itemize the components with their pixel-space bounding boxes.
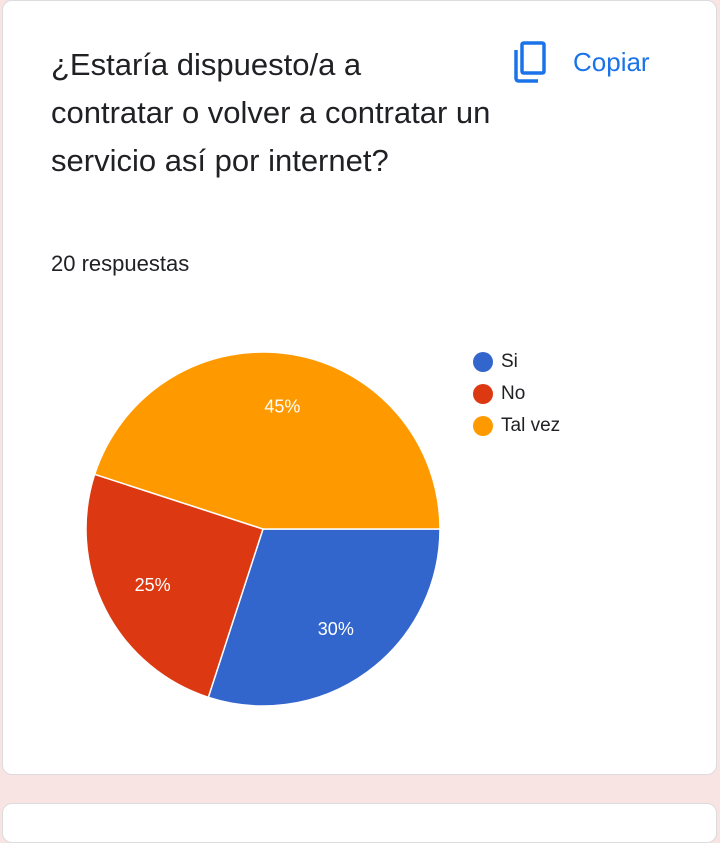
chart-legend: Si No Tal vez xyxy=(473,346,560,442)
pie-chart: 30% 25% 45% xyxy=(85,351,441,707)
slice-label-tal-vez: 45% xyxy=(264,397,300,417)
legend-swatch-si xyxy=(473,352,493,372)
legend-swatch-no xyxy=(473,384,493,404)
legend-swatch-tal-vez xyxy=(473,416,493,436)
legend-label-no: No xyxy=(501,383,526,404)
question-card: ¿Estaría dispuesto/a a contratar o volve… xyxy=(2,0,717,775)
legend-label-si: Si xyxy=(501,351,518,372)
slice-label-no: 25% xyxy=(135,575,171,595)
legend-item-tal-vez[interactable]: Tal vez xyxy=(473,410,560,442)
legend-label-tal-vez: Tal vez xyxy=(501,415,561,436)
legend-item-no[interactable]: No xyxy=(473,378,560,410)
legend-item-si[interactable]: Si xyxy=(473,346,560,378)
next-question-card xyxy=(2,803,717,843)
slice-label-si: 30% xyxy=(318,619,354,639)
